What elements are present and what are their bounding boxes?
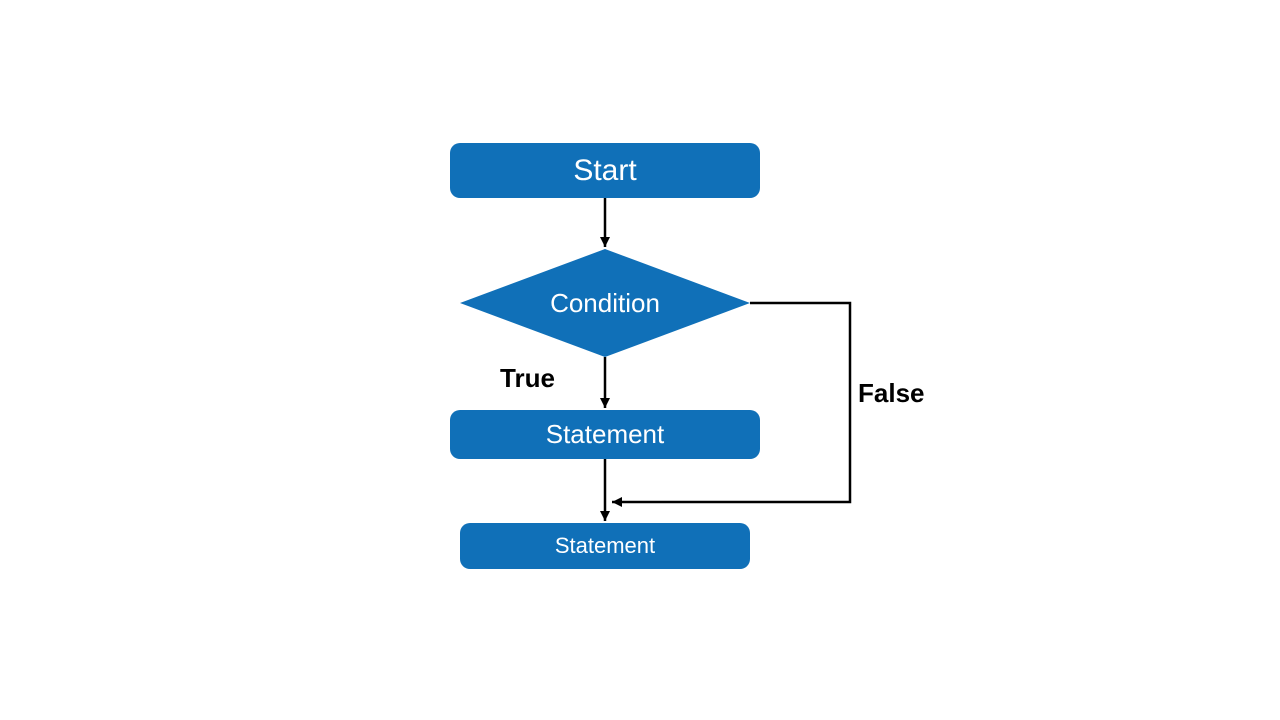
node-statement-2-label: Statement — [555, 533, 655, 559]
node-start-label: Start — [573, 154, 636, 188]
edge-label-false: False — [858, 378, 925, 409]
node-condition: Condition — [460, 249, 750, 357]
node-statement-2: Statement — [460, 523, 750, 569]
node-condition-label: Condition — [550, 288, 660, 319]
node-statement-1: Statement — [450, 410, 760, 459]
node-start: Start — [450, 143, 760, 198]
node-statement-1-label: Statement — [546, 419, 665, 450]
flowchart-connectors — [0, 0, 1280, 720]
edge-label-true: True — [500, 363, 555, 394]
